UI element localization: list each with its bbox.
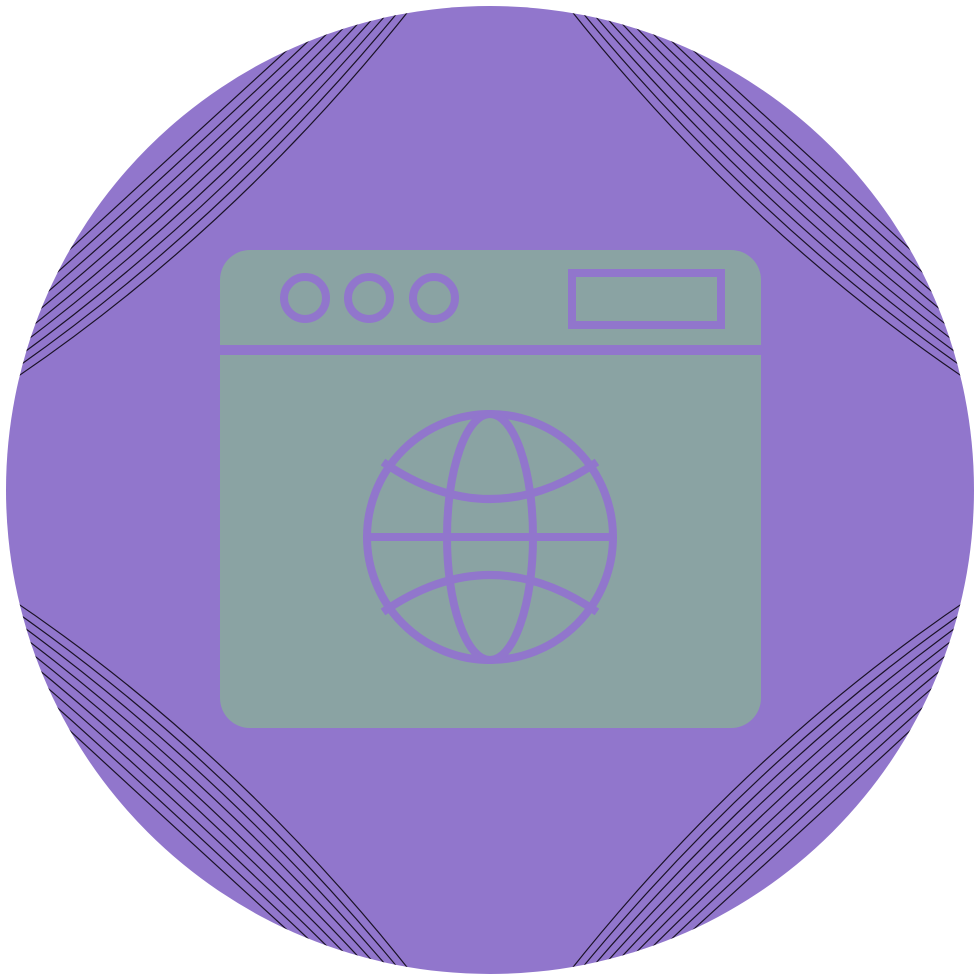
browser-window <box>220 250 761 728</box>
icon-stage <box>0 0 980 980</box>
web-browser-globe-icon <box>6 6 974 974</box>
title-bar-divider <box>220 345 761 355</box>
